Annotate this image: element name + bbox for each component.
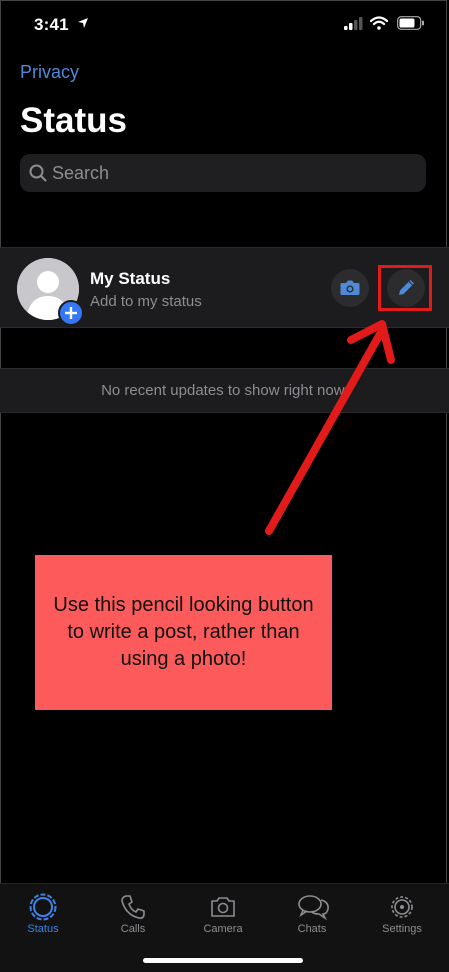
location-arrow-icon [78, 18, 88, 28]
tab-label-status: Status [27, 923, 59, 935]
clock: 3:41 [34, 15, 69, 34]
tab-status[interactable]: Status [3, 884, 83, 944]
battery-icon [397, 16, 424, 30]
my-status-title: My Status [90, 269, 171, 288]
search-input[interactable]: Search [20, 154, 426, 192]
status-bar: 3:41 [0, 0, 449, 50]
empty-state-message: No recent updates to show right now. [0, 368, 449, 413]
screenshot-frame [0, 0, 447, 969]
tab-label-chats: Chats [297, 923, 327, 935]
tab-settings[interactable]: Settings [362, 884, 442, 944]
annotation-callout: Use this pencil looking button to write … [35, 555, 332, 710]
search-placeholder: Search [52, 163, 110, 183]
tab-label-calls: Calls [120, 923, 146, 935]
tab-label-camera: Camera [203, 923, 243, 935]
cellular-signal-icon [344, 17, 363, 30]
tab-calls[interactable]: Calls [93, 884, 173, 944]
callout-text: Use this pencil looking button to write … [53, 594, 314, 670]
camera-icon [340, 280, 360, 295]
my-status-subtitle: Add to my status [90, 293, 202, 310]
back-link-privacy[interactable]: Privacy [20, 62, 79, 83]
add-status-plus-icon[interactable] [58, 300, 84, 326]
wifi-icon [370, 16, 388, 30]
page-title: Status [20, 101, 127, 140]
camera-icon [211, 897, 235, 917]
annotation-highlight-box [378, 265, 432, 311]
tab-chats[interactable]: Chats [272, 884, 352, 944]
phone-icon [121, 895, 145, 919]
home-indicator[interactable] [143, 958, 303, 963]
status-ring-icon [29, 893, 57, 921]
gear-icon [391, 896, 413, 918]
search-icon [29, 164, 47, 182]
tab-camera[interactable]: Camera [183, 884, 263, 944]
chat-bubbles-icon [298, 895, 329, 921]
camera-status-button[interactable] [331, 269, 369, 307]
tab-label-settings: Settings [382, 923, 422, 935]
